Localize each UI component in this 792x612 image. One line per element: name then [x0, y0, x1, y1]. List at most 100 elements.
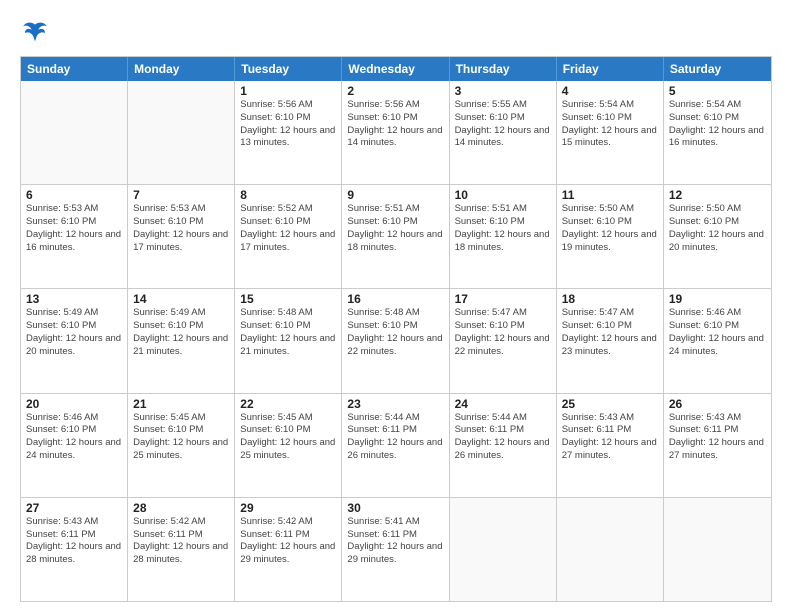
calendar-header-cell: Sunday: [21, 57, 128, 81]
day-info: Sunrise: 5:47 AM Sunset: 6:10 PM Dayligh…: [562, 307, 658, 358]
calendar-header-cell: Saturday: [664, 57, 771, 81]
day-info: Sunrise: 5:51 AM Sunset: 6:10 PM Dayligh…: [347, 203, 443, 254]
day-number: 26: [669, 397, 766, 411]
calendar-cell: 30Sunrise: 5:41 AM Sunset: 6:11 PM Dayli…: [342, 498, 449, 601]
day-info: Sunrise: 5:49 AM Sunset: 6:10 PM Dayligh…: [133, 307, 229, 358]
day-number: 19: [669, 292, 766, 306]
calendar-cell: [21, 81, 128, 184]
calendar-cell: 6Sunrise: 5:53 AM Sunset: 6:10 PM Daylig…: [21, 185, 128, 288]
day-number: 5: [669, 84, 766, 98]
day-info: Sunrise: 5:48 AM Sunset: 6:10 PM Dayligh…: [347, 307, 443, 358]
day-number: 24: [455, 397, 551, 411]
day-number: 16: [347, 292, 443, 306]
day-info: Sunrise: 5:42 AM Sunset: 6:11 PM Dayligh…: [240, 516, 336, 567]
logo: [20, 18, 54, 48]
day-number: 10: [455, 188, 551, 202]
calendar-cell: 2Sunrise: 5:56 AM Sunset: 6:10 PM Daylig…: [342, 81, 449, 184]
day-number: 28: [133, 501, 229, 515]
calendar-cell: 24Sunrise: 5:44 AM Sunset: 6:11 PM Dayli…: [450, 394, 557, 497]
day-number: 14: [133, 292, 229, 306]
calendar-header-cell: Wednesday: [342, 57, 449, 81]
calendar-cell: 5Sunrise: 5:54 AM Sunset: 6:10 PM Daylig…: [664, 81, 771, 184]
calendar-cell: 7Sunrise: 5:53 AM Sunset: 6:10 PM Daylig…: [128, 185, 235, 288]
day-info: Sunrise: 5:42 AM Sunset: 6:11 PM Dayligh…: [133, 516, 229, 567]
calendar-cell: 17Sunrise: 5:47 AM Sunset: 6:10 PM Dayli…: [450, 289, 557, 392]
day-info: Sunrise: 5:47 AM Sunset: 6:10 PM Dayligh…: [455, 307, 551, 358]
calendar-body: 1Sunrise: 5:56 AM Sunset: 6:10 PM Daylig…: [21, 81, 771, 601]
day-info: Sunrise: 5:41 AM Sunset: 6:11 PM Dayligh…: [347, 516, 443, 567]
calendar-cell: 22Sunrise: 5:45 AM Sunset: 6:10 PM Dayli…: [235, 394, 342, 497]
day-number: 21: [133, 397, 229, 411]
calendar-row: 27Sunrise: 5:43 AM Sunset: 6:11 PM Dayli…: [21, 497, 771, 601]
calendar-cell: 21Sunrise: 5:45 AM Sunset: 6:10 PM Dayli…: [128, 394, 235, 497]
day-number: 1: [240, 84, 336, 98]
day-info: Sunrise: 5:48 AM Sunset: 6:10 PM Dayligh…: [240, 307, 336, 358]
calendar-cell: 4Sunrise: 5:54 AM Sunset: 6:10 PM Daylig…: [557, 81, 664, 184]
day-info: Sunrise: 5:43 AM Sunset: 6:11 PM Dayligh…: [26, 516, 122, 567]
day-number: 2: [347, 84, 443, 98]
day-info: Sunrise: 5:53 AM Sunset: 6:10 PM Dayligh…: [26, 203, 122, 254]
calendar-row: 1Sunrise: 5:56 AM Sunset: 6:10 PM Daylig…: [21, 81, 771, 184]
day-info: Sunrise: 5:50 AM Sunset: 6:10 PM Dayligh…: [562, 203, 658, 254]
calendar-cell: 26Sunrise: 5:43 AM Sunset: 6:11 PM Dayli…: [664, 394, 771, 497]
calendar-header-cell: Friday: [557, 57, 664, 81]
day-number: 30: [347, 501, 443, 515]
day-info: Sunrise: 5:43 AM Sunset: 6:11 PM Dayligh…: [562, 412, 658, 463]
calendar-cell: 27Sunrise: 5:43 AM Sunset: 6:11 PM Dayli…: [21, 498, 128, 601]
day-number: 11: [562, 188, 658, 202]
calendar-cell: 10Sunrise: 5:51 AM Sunset: 6:10 PM Dayli…: [450, 185, 557, 288]
day-number: 7: [133, 188, 229, 202]
calendar-cell: 9Sunrise: 5:51 AM Sunset: 6:10 PM Daylig…: [342, 185, 449, 288]
calendar-cell: [664, 498, 771, 601]
day-number: 18: [562, 292, 658, 306]
day-info: Sunrise: 5:43 AM Sunset: 6:11 PM Dayligh…: [669, 412, 766, 463]
day-info: Sunrise: 5:44 AM Sunset: 6:11 PM Dayligh…: [347, 412, 443, 463]
calendar-cell: 8Sunrise: 5:52 AM Sunset: 6:10 PM Daylig…: [235, 185, 342, 288]
calendar-cell: 28Sunrise: 5:42 AM Sunset: 6:11 PM Dayli…: [128, 498, 235, 601]
day-number: 25: [562, 397, 658, 411]
calendar-cell: 11Sunrise: 5:50 AM Sunset: 6:10 PM Dayli…: [557, 185, 664, 288]
day-number: 9: [347, 188, 443, 202]
calendar-header-cell: Thursday: [450, 57, 557, 81]
calendar-row: 13Sunrise: 5:49 AM Sunset: 6:10 PM Dayli…: [21, 288, 771, 392]
calendar-cell: 13Sunrise: 5:49 AM Sunset: 6:10 PM Dayli…: [21, 289, 128, 392]
day-number: 13: [26, 292, 122, 306]
calendar-cell: 19Sunrise: 5:46 AM Sunset: 6:10 PM Dayli…: [664, 289, 771, 392]
calendar-header: SundayMondayTuesdayWednesdayThursdayFrid…: [21, 57, 771, 81]
day-info: Sunrise: 5:54 AM Sunset: 6:10 PM Dayligh…: [562, 99, 658, 150]
calendar-cell: [557, 498, 664, 601]
day-info: Sunrise: 5:49 AM Sunset: 6:10 PM Dayligh…: [26, 307, 122, 358]
day-number: 17: [455, 292, 551, 306]
calendar-header-cell: Monday: [128, 57, 235, 81]
day-info: Sunrise: 5:55 AM Sunset: 6:10 PM Dayligh…: [455, 99, 551, 150]
day-number: 4: [562, 84, 658, 98]
calendar-row: 6Sunrise: 5:53 AM Sunset: 6:10 PM Daylig…: [21, 184, 771, 288]
day-number: 20: [26, 397, 122, 411]
day-info: Sunrise: 5:46 AM Sunset: 6:10 PM Dayligh…: [26, 412, 122, 463]
calendar-cell: 18Sunrise: 5:47 AM Sunset: 6:10 PM Dayli…: [557, 289, 664, 392]
day-info: Sunrise: 5:44 AM Sunset: 6:11 PM Dayligh…: [455, 412, 551, 463]
day-info: Sunrise: 5:51 AM Sunset: 6:10 PM Dayligh…: [455, 203, 551, 254]
day-number: 22: [240, 397, 336, 411]
calendar: SundayMondayTuesdayWednesdayThursdayFrid…: [20, 56, 772, 602]
day-number: 15: [240, 292, 336, 306]
logo-bird-icon: [20, 18, 50, 48]
day-info: Sunrise: 5:45 AM Sunset: 6:10 PM Dayligh…: [133, 412, 229, 463]
calendar-cell: 12Sunrise: 5:50 AM Sunset: 6:10 PM Dayli…: [664, 185, 771, 288]
day-info: Sunrise: 5:45 AM Sunset: 6:10 PM Dayligh…: [240, 412, 336, 463]
calendar-cell: 16Sunrise: 5:48 AM Sunset: 6:10 PM Dayli…: [342, 289, 449, 392]
day-info: Sunrise: 5:56 AM Sunset: 6:10 PM Dayligh…: [240, 99, 336, 150]
calendar-cell: 3Sunrise: 5:55 AM Sunset: 6:10 PM Daylig…: [450, 81, 557, 184]
calendar-row: 20Sunrise: 5:46 AM Sunset: 6:10 PM Dayli…: [21, 393, 771, 497]
day-info: Sunrise: 5:52 AM Sunset: 6:10 PM Dayligh…: [240, 203, 336, 254]
calendar-header-cell: Tuesday: [235, 57, 342, 81]
day-info: Sunrise: 5:53 AM Sunset: 6:10 PM Dayligh…: [133, 203, 229, 254]
calendar-cell: [128, 81, 235, 184]
day-info: Sunrise: 5:50 AM Sunset: 6:10 PM Dayligh…: [669, 203, 766, 254]
calendar-cell: 1Sunrise: 5:56 AM Sunset: 6:10 PM Daylig…: [235, 81, 342, 184]
day-number: 12: [669, 188, 766, 202]
calendar-cell: 25Sunrise: 5:43 AM Sunset: 6:11 PM Dayli…: [557, 394, 664, 497]
calendar-cell: 14Sunrise: 5:49 AM Sunset: 6:10 PM Dayli…: [128, 289, 235, 392]
day-number: 29: [240, 501, 336, 515]
day-number: 23: [347, 397, 443, 411]
